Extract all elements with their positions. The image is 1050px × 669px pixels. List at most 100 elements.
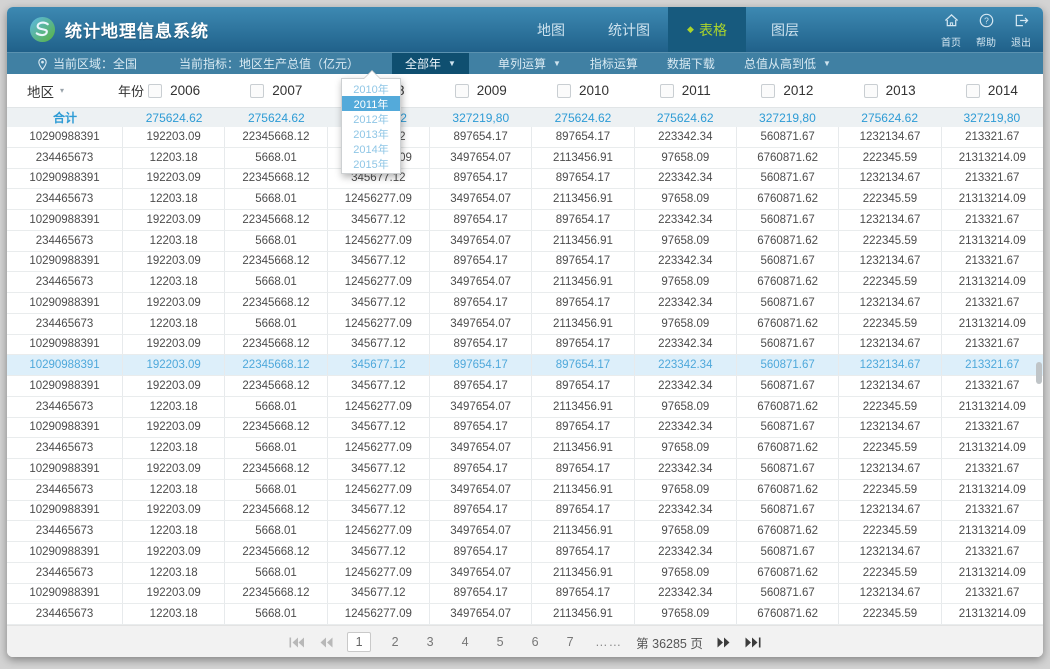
value-cell: 223342.34	[635, 501, 737, 521]
table-row[interactable]: 10290988391192203.0922345668.12345677.12…	[7, 418, 1043, 439]
value-cell: 6760871.62	[737, 314, 839, 334]
首页-button[interactable]: 首页	[941, 13, 961, 49]
value-cell: 213321.67	[942, 127, 1043, 147]
year-checkbox-2010[interactable]	[557, 84, 571, 98]
table-row[interactable]: 23446567312203.185668.0112456277.0934976…	[7, 604, 1043, 625]
page-button-3[interactable]: 3	[419, 633, 441, 651]
first-page-button[interactable]	[289, 637, 305, 648]
year-column-header-2011: 2011	[634, 83, 736, 98]
sort-order-menu[interactable]: 总值从高到低 ▼	[744, 55, 831, 72]
value-cell: 2113456.91	[532, 563, 634, 583]
value-cell: 6760871.62	[737, 480, 839, 500]
value-cell: 22345668.12	[225, 210, 327, 230]
value-cell: 192203.09	[123, 459, 225, 479]
value-cell: 12456277.09	[328, 563, 430, 583]
value-cell: 12203.18	[123, 272, 225, 292]
value-cell: 97658.09	[635, 438, 737, 458]
year-checkbox-2012[interactable]	[761, 84, 775, 98]
value-cell: 192203.09	[123, 252, 225, 272]
region-column-header[interactable]: 地区 ▾	[7, 81, 123, 101]
value-cell: 1232134.67	[839, 418, 941, 438]
page-button-6[interactable]: 6	[524, 633, 546, 651]
value-cell: 897654.17	[430, 335, 532, 355]
value-cell: 213321.67	[942, 542, 1043, 562]
value-cell: 192203.09	[123, 418, 225, 438]
scrollbar-thumb[interactable]	[1036, 362, 1042, 384]
tab-统计图[interactable]: 统计图	[590, 7, 668, 52]
year-checkbox-2014[interactable]	[966, 84, 980, 98]
page-button-7[interactable]: 7	[559, 633, 581, 651]
page-button-2[interactable]: 2	[384, 633, 406, 651]
year-option-2013[interactable]: 2013年	[342, 126, 400, 141]
value-cell: 22345668.12	[225, 252, 327, 272]
year-checkbox-2011[interactable]	[660, 84, 674, 98]
region-cell: 10290988391	[7, 335, 123, 355]
page-button-5[interactable]: 5	[489, 633, 511, 651]
year-filter-button[interactable]: 全部年 ▼	[392, 53, 469, 75]
table-row[interactable]: 23446567312203.185668.0112456277.0934976…	[7, 438, 1043, 459]
value-cell: 897654.17	[532, 584, 634, 604]
region-header-label: 地区	[27, 81, 54, 101]
table-row[interactable]: 23446567312203.185668.0112456277.0934976…	[7, 480, 1043, 501]
last-page-button[interactable]	[745, 637, 761, 648]
table-row[interactable]: 23446567312203.185668.0112456277.0934976…	[7, 563, 1043, 584]
table-row[interactable]: 10290988391192203.0922345668.12345677.12…	[7, 459, 1043, 480]
value-cell: 560871.67	[737, 584, 839, 604]
table-row[interactable]: 23446567312203.185668.0112456277.0934976…	[7, 272, 1043, 293]
value-cell: 897654.17	[430, 501, 532, 521]
table-row[interactable]: 10290988391192203.0922345668.12345677.12…	[7, 252, 1043, 273]
table-row[interactable]: 23446567312203.185668.0112456277.0934976…	[7, 314, 1043, 335]
退出-button[interactable]: 退出	[1011, 13, 1031, 49]
table-row[interactable]: 10290988391192203.0922345668.12345677.12…	[7, 210, 1043, 231]
table-row[interactable]: 23446567312203.185668.0112456277.0934976…	[7, 397, 1043, 418]
year-option-2015[interactable]: 2015年	[342, 156, 400, 171]
year-option-2014[interactable]: 2014年	[342, 141, 400, 156]
year-option-2012[interactable]: 2012年	[342, 111, 400, 126]
page-button-4[interactable]: 4	[454, 633, 476, 651]
帮助-button[interactable]: ?帮助	[976, 13, 996, 49]
table-row[interactable]: 10290988391192203.0922345668.12345677.12…	[7, 293, 1043, 314]
column-calc-label: 单列运算	[498, 55, 546, 72]
table-row[interactable]: 10290988391192203.0922345668.12345677.12…	[7, 127, 1043, 148]
value-cell: 897654.17	[430, 355, 532, 375]
value-cell: 22345668.12	[225, 293, 327, 313]
prev-page-button[interactable]	[319, 637, 333, 648]
year-checkbox-2007[interactable]	[250, 84, 264, 98]
table-row[interactable]: 10290988391192203.0922345668.12345677.12…	[7, 335, 1043, 356]
value-cell: 222345.59	[839, 480, 941, 500]
table-row[interactable]: 23446567312203.185668.0112456277.0934976…	[7, 231, 1043, 252]
year-checkbox-2013[interactable]	[864, 84, 878, 98]
page-button-1[interactable]: 1	[347, 632, 371, 652]
table-row[interactable]: 10290988391192203.0922345668.12345677.12…	[7, 169, 1043, 190]
current-indicator-label: 当前指标：地区生产总值（亿元）	[179, 55, 359, 72]
tab-地图[interactable]: 地图	[512, 7, 590, 52]
table-row[interactable]: 23446567312203.185668.0112456277.0934976…	[7, 521, 1043, 542]
year-option-2011[interactable]: 2011年	[342, 96, 400, 111]
table-row[interactable]: 10290988391192203.0922345668.12345677.12…	[7, 542, 1043, 563]
table-row-selected[interactable]: 10290988391192203.0922345668.12345677.12…	[7, 355, 1043, 376]
table-row[interactable]: 10290988391192203.0922345668.12345677.12…	[7, 501, 1043, 522]
value-cell: 1232134.67	[839, 169, 941, 189]
value-cell: 213321.67	[942, 355, 1043, 375]
value-cell: 897654.17	[430, 376, 532, 396]
indicator-calc-menu[interactable]: 指标运算	[590, 55, 638, 72]
table-row[interactable]: 10290988391192203.0922345668.12345677.12…	[7, 376, 1043, 397]
year-column-header-2013: 2013	[839, 83, 941, 98]
year-checkbox-2006[interactable]	[148, 84, 162, 98]
year-checkbox-2009[interactable]	[455, 84, 469, 98]
data-download-menu[interactable]: 数据下载	[667, 55, 715, 72]
value-cell: 3497654.07	[430, 604, 532, 624]
table-row[interactable]: 23446567312203.185668.0112456277.0934976…	[7, 148, 1043, 169]
app-window: 统计地理信息系统 地图统计图◆表格图层 首页?帮助退出 当前区域：全国 当前指标…	[7, 7, 1043, 657]
tab-图层[interactable]: 图层	[746, 7, 824, 52]
tab-表格[interactable]: ◆表格	[668, 7, 746, 52]
next-page-button[interactable]	[717, 637, 731, 648]
year-header-label: 2013	[886, 83, 916, 98]
year-option-2010[interactable]: 2010年	[342, 81, 400, 96]
value-cell: 213321.67	[942, 376, 1043, 396]
column-calc-menu[interactable]: 单列运算 ▼	[498, 55, 561, 72]
table-row[interactable]: 23446567312203.185668.0112456277.0934976…	[7, 189, 1043, 210]
value-cell: 345677.12	[328, 501, 430, 521]
active-tab-diamond-icon: ◆	[687, 25, 694, 34]
table-row[interactable]: 10290988391192203.0922345668.12345677.12…	[7, 584, 1043, 605]
